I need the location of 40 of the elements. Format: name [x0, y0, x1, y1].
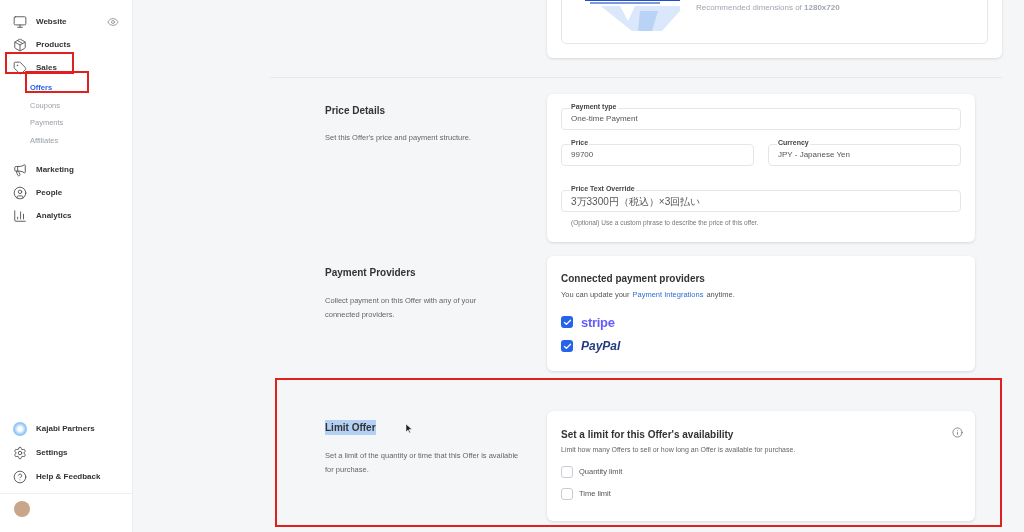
- nav-item[interactable]: Analytics: [6, 204, 126, 227]
- settings-icon: [13, 446, 27, 460]
- avatar[interactable]: [14, 501, 30, 517]
- nav-item[interactable]: Products: [6, 33, 126, 56]
- field-value: 3万3300円（税込）×3回払い: [571, 194, 701, 209]
- nav-item[interactable]: Sales: [6, 56, 126, 79]
- stripe-logo: stripe: [581, 313, 615, 332]
- highlight-frame: [25, 71, 89, 93]
- bar-chart-icon: [13, 208, 27, 223]
- field-value: JPY - Japanese Yen: [778, 149, 850, 161]
- section-title: Limit Offer: [325, 420, 376, 435]
- card-title: Set a limit for this Offer's availability: [561, 428, 734, 442]
- nav-item[interactable]: People: [6, 181, 126, 204]
- section-title: Price Details: [325, 104, 387, 118]
- eye-icon[interactable]: [107, 15, 119, 28]
- field-value: 99700: [571, 149, 594, 161]
- highlight-frame: [5, 52, 74, 74]
- paypal-logo: PayPal: [581, 338, 621, 356]
- box-icon: [13, 37, 27, 52]
- monitor-icon: [13, 14, 27, 29]
- help-icon: [13, 470, 27, 484]
- section-title: Payment Providers: [325, 266, 417, 280]
- megaphone-icon: [13, 162, 27, 177]
- nav-item[interactable]: Marketing: [6, 158, 126, 181]
- nav-item[interactable]: Settings: [6, 441, 126, 465]
- nav-item[interactable]: Kajabi Partners: [6, 417, 126, 441]
- nav-item[interactable]: Help & Feedback: [6, 465, 126, 489]
- card-title: Connected payment providers: [561, 272, 706, 286]
- tag-icon: [13, 60, 27, 75]
- mouse-cursor-icon: [406, 424, 412, 433]
- dimensions-hint: Recommended dimensions of 1280x720: [696, 2, 840, 14]
- checkbox[interactable]: [561, 465, 573, 478]
- user-icon: [13, 185, 27, 200]
- checkbox[interactable]: [561, 340, 573, 353]
- partners-icon: [13, 422, 27, 436]
- field-value: One-time Payment: [571, 113, 638, 125]
- info-icon[interactable]: [952, 427, 963, 438]
- checkbox[interactable]: [561, 316, 573, 329]
- nav-item[interactable]: Website: [6, 10, 126, 33]
- checkbox[interactable]: [561, 487, 573, 500]
